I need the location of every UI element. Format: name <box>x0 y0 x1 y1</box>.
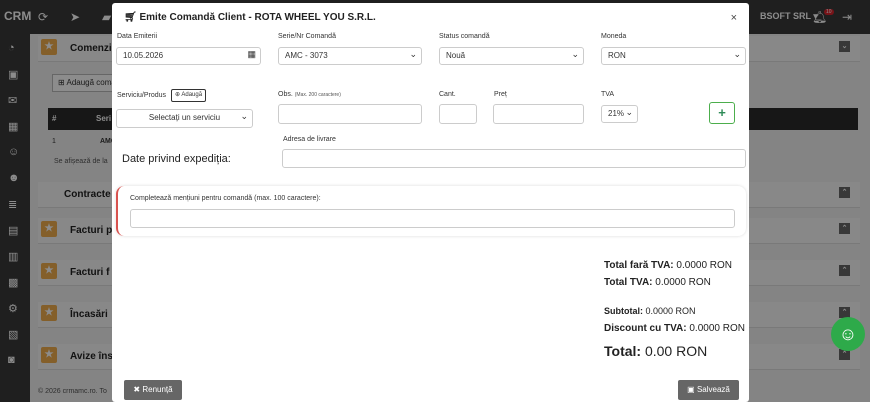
close-button[interactable]: × <box>731 12 737 24</box>
moneda-select[interactable]: RON ⌄ <box>601 47 746 65</box>
total-fara-tva: Total fară TVA: 0.0000 RON <box>604 260 733 271</box>
cant-input[interactable] <box>439 104 477 124</box>
mentiuni-input[interactable] <box>130 209 735 228</box>
serie-select[interactable]: AMC - 3073 ⌄ <box>278 47 422 65</box>
save-icon: ▣ <box>687 385 695 394</box>
cart-icon: 🛒︎ <box>124 12 137 23</box>
serviciu-label: Serviciu/Produs <box>117 92 167 99</box>
adresa-livrare-input[interactable] <box>282 149 746 168</box>
modal-title: 🛒︎ Emite Comandă Client - ROTA WHEEL YOU… <box>124 12 376 23</box>
plus-circle-icon: ⊕ <box>175 92 181 98</box>
chevron-down-icon: ⌄ <box>625 107 633 117</box>
chevron-down-icon: ⌄ <box>571 49 579 59</box>
chevron-down-icon: ⌄ <box>240 111 248 121</box>
grand-total: Total: 0.00 RON <box>604 343 708 359</box>
moneda-label: Moneda <box>601 33 627 40</box>
pret-input[interactable] <box>493 104 584 124</box>
data-emiterii-input[interactable]: 10.05.2026 ▦ <box>116 47 261 65</box>
close-icon: ✖ <box>133 385 141 394</box>
cant-label: Cant. <box>439 91 456 98</box>
expeditie-title: Date privind expediția: <box>122 153 231 165</box>
salveaza-button[interactable]: ▣ Salvează <box>678 380 739 400</box>
support-agent-icon: ☺ <box>838 324 858 344</box>
obs-input[interactable] <box>278 104 422 124</box>
total-tva: Total TVA: 0.0000 RON <box>604 277 711 288</box>
chevron-down-icon: ⌄ <box>409 49 417 59</box>
data-emiterii-label: Data Emiterii <box>117 33 158 40</box>
subtotal: Subtotal: 0.0000 RON <box>604 306 696 316</box>
adresa-label: Adresa de livrare <box>283 136 336 143</box>
support-agent-button[interactable]: ☺ <box>831 317 865 351</box>
tva-select[interactable]: 21% ⌄ <box>601 105 638 123</box>
serie-label: Serie/Nr Comandă <box>278 33 336 40</box>
serviciu-select[interactable]: Selectați un serviciu ⌄ <box>116 109 253 128</box>
mentiuni-section: Completează mențiuni pentru comandă (max… <box>116 186 746 236</box>
mentiuni-label: Completează mențiuni pentru comandă (max… <box>130 195 321 202</box>
adauga-serviciu-button[interactable]: ⊕ Adaugă <box>171 89 207 102</box>
tva-label: TVA <box>601 91 615 98</box>
status-select[interactable]: Nouă ⌄ <box>439 47 584 65</box>
status-label: Status comandă <box>439 33 490 40</box>
discount-cu-tva: Discount cu TVA: 0.0000 RON <box>604 323 745 334</box>
calendar-icon[interactable]: ▦ <box>247 49 256 60</box>
renunta-button[interactable]: ✖ Renunță <box>124 380 182 400</box>
emite-comanda-modal: 🛒︎ Emite Comandă Client - ROTA WHEEL YOU… <box>112 3 749 402</box>
chevron-down-icon: ⌄ <box>733 49 741 59</box>
pret-label: Preț <box>494 91 507 98</box>
obs-label: Obs. (Max. 200 caractere) <box>278 91 341 98</box>
add-line-button[interactable]: + <box>709 102 735 124</box>
